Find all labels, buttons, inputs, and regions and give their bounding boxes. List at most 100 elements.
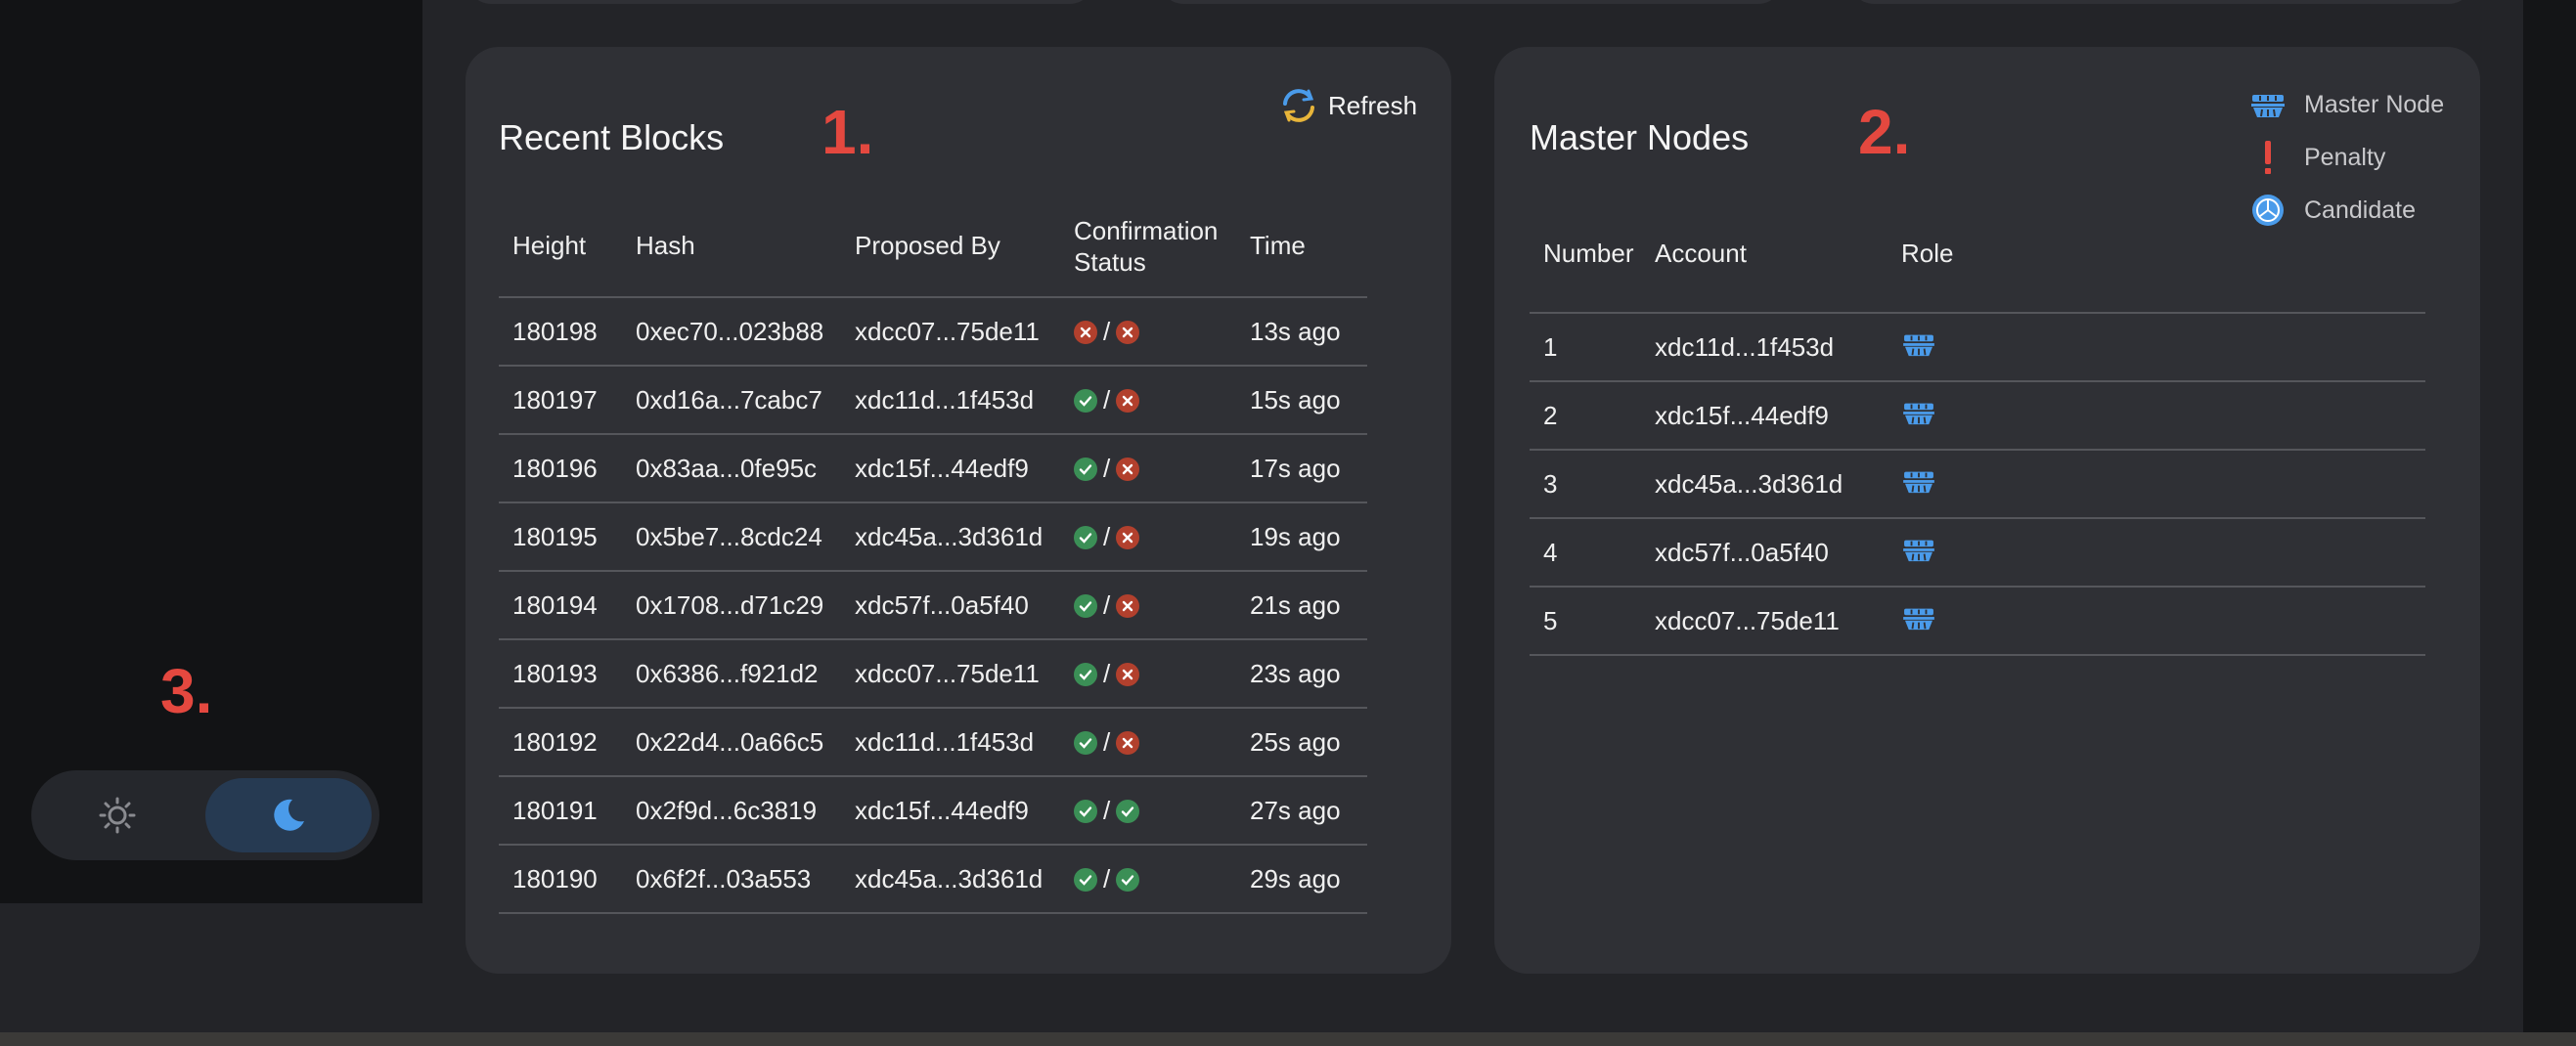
table-row[interactable]: 1 xdc11d...1f453d: [1530, 312, 2425, 381]
check-icon: [1074, 867, 1097, 892]
table-row[interactable]: 5 xdcc07...75de11: [1530, 586, 2425, 656]
annotation-3: 3.: [160, 656, 213, 726]
cross-icon: [1116, 525, 1140, 549]
master-node-icon: [1903, 334, 1934, 356]
status-separator: /: [1103, 454, 1111, 484]
confirmation-status: /: [1060, 296, 1236, 366]
block-proposer: xdc15f...44edf9: [841, 433, 1060, 502]
column-header-confirmation-status: Confirmation Status: [1074, 215, 1219, 277]
node-role: [1888, 380, 2425, 450]
table-row[interactable]: 180193 0x6386...f921d2 xdcc07...75de11 / 23s…: [499, 638, 1367, 708]
master-node-icon: [1903, 471, 1934, 493]
refresh-button[interactable]: Refresh: [1279, 86, 1417, 125]
recent-blocks-body: 180198 0xec70...023b88 xdcc07...75de11/13s…: [499, 296, 1367, 914]
node-account: xdc15f...44edf9: [1641, 380, 1888, 450]
block-proposer: xdc11d...1f453d: [841, 365, 1060, 434]
node-number: 3: [1530, 449, 1641, 518]
dark-theme-button[interactable]: [205, 778, 372, 852]
table-row[interactable]: 2 xdc15f...44edf9: [1530, 380, 2425, 450]
sun-icon: [99, 797, 136, 834]
status-separator: /: [1103, 522, 1111, 552]
legend-item-master-node: Master Node: [2249, 86, 2444, 123]
refresh-icon: [1283, 89, 1314, 122]
block-hash: 0x6386...f921d2: [622, 638, 841, 708]
block-proposer: xdc15f...44edf9: [841, 775, 1060, 845]
confirmation-status: /: [1060, 844, 1236, 914]
block-height: 180192: [499, 707, 622, 776]
confirmation-status: /: [1060, 365, 1236, 434]
check-icon: [1074, 662, 1097, 686]
table-row[interactable]: 180196 0x83aa...0fe95c xdc15f...44edf9 / 17s…: [499, 433, 1367, 502]
block-height: 180191: [499, 775, 622, 845]
recent-blocks-card: Recent Blocks 1. Refresh Height Hash Pro…: [466, 47, 1451, 974]
status-separator: /: [1103, 727, 1111, 758]
confirmation-status: /: [1060, 707, 1236, 776]
block-height: 180195: [499, 501, 622, 571]
block-proposer: xdcc07...75de11: [841, 296, 1060, 366]
table-row[interactable]: 180190 0x6f2f...03a553 xdc45a...3d361d / 29s…: [499, 844, 1367, 914]
block-hash: 0x83aa...0fe95c: [622, 433, 841, 502]
recent-blocks-table: Height Hash Proposed By Confirmation Sta…: [499, 196, 1367, 914]
moon-icon: [274, 799, 304, 831]
cross-icon: [1116, 388, 1140, 413]
sidebar: [0, 0, 422, 903]
table-row[interactable]: 180197 0xd16a...7cabc7 xdc11d...1f453d / 15s…: [499, 365, 1367, 434]
legend-item-penalty: Penalty: [2249, 139, 2444, 176]
table-row[interactable]: 180198 0xec70...023b88 xdcc07...75de11 / 13s…: [499, 296, 1367, 366]
cross-icon: [1116, 730, 1140, 755]
block-time: 23s ago: [1236, 638, 1367, 708]
block-hash: 0x6f2f...03a553: [622, 844, 841, 914]
light-theme-button[interactable]: [39, 778, 196, 852]
node-number: 1: [1530, 312, 1641, 381]
node-number: 5: [1530, 586, 1641, 656]
block-hash: 0x22d4...0a66c5: [622, 707, 841, 776]
check-icon: [1116, 799, 1140, 823]
block-time: 21s ago: [1236, 570, 1367, 639]
block-proposer: xdc45a...3d361d: [841, 844, 1060, 914]
legend-label-penalty: Penalty: [2304, 143, 2386, 171]
confirmation-status: /: [1060, 433, 1236, 502]
confirmation-status: /: [1060, 501, 1236, 571]
status-separator: /: [1103, 385, 1111, 415]
column-header-height: Height: [512, 231, 587, 260]
block-height: 180194: [499, 570, 622, 639]
master-node-icon: [1903, 540, 1934, 561]
table-header-row: Height Hash Proposed By Confirmation Sta…: [499, 196, 1367, 297]
node-account: xdc57f...0a5f40: [1641, 517, 1888, 587]
table-row[interactable]: 180194 0x1708...d71c29 xdc57f...0a5f40 / 21s…: [499, 570, 1367, 639]
status-separator: /: [1103, 317, 1111, 347]
status-separator: /: [1103, 659, 1111, 689]
column-header-time: Time: [1250, 231, 1306, 260]
refresh-label: Refresh: [1328, 90, 1418, 120]
confirmation-status: /: [1060, 775, 1236, 845]
check-icon: [1074, 730, 1097, 755]
confirmation-status: /: [1060, 570, 1236, 639]
cross-icon: [1116, 593, 1140, 618]
legend-label-master-node: Master Node: [2304, 90, 2445, 118]
block-proposer: xdcc07...75de11: [841, 638, 1060, 708]
block-height: 180190: [499, 844, 622, 914]
block-hash: 0xd16a...7cabc7: [622, 365, 841, 434]
check-icon: [1074, 525, 1097, 549]
master-nodes-card: Master Nodes 2. Master Node Penalty Cand…: [1494, 47, 2480, 974]
table-row[interactable]: 180195 0x5be7...8cdc24 xdc45a...3d361d / 19s…: [499, 501, 1367, 571]
node-account: xdcc07...75de11: [1641, 586, 1888, 656]
block-height: 180198: [499, 296, 622, 366]
block-time: 29s ago: [1236, 844, 1367, 914]
master-nodes-body: 1 xdc11d...1f453d 2 xdc15f...44edf9 3 xdc45a.…: [1530, 312, 2425, 656]
block-height: 180193: [499, 638, 622, 708]
table-row[interactable]: 3 xdc45a...3d361d: [1530, 449, 2425, 518]
penalty-icon: [2265, 141, 2271, 174]
table-row[interactable]: 4 xdc57f...0a5f40: [1530, 517, 2425, 587]
table-row[interactable]: 180191 0x2f9d...6c3819 xdc15f...44edf9 / 27s…: [499, 775, 1367, 845]
theme-toggle: [31, 770, 379, 860]
block-time: 17s ago: [1236, 433, 1367, 502]
cross-icon: [1074, 320, 1097, 344]
recent-blocks-title: Recent Blocks: [499, 117, 725, 157]
master-nodes-table: Number Account Role 1 xdc11d...1f453d 2 xdc…: [1530, 196, 2425, 656]
block-hash: 0x2f9d...6c3819: [622, 775, 841, 845]
table-row[interactable]: 180192 0x22d4...0a66c5 xdc11d...1f453d / 25s…: [499, 707, 1367, 776]
check-icon: [1074, 388, 1097, 413]
cross-icon: [1116, 457, 1140, 481]
node-account: xdc11d...1f453d: [1641, 312, 1888, 381]
